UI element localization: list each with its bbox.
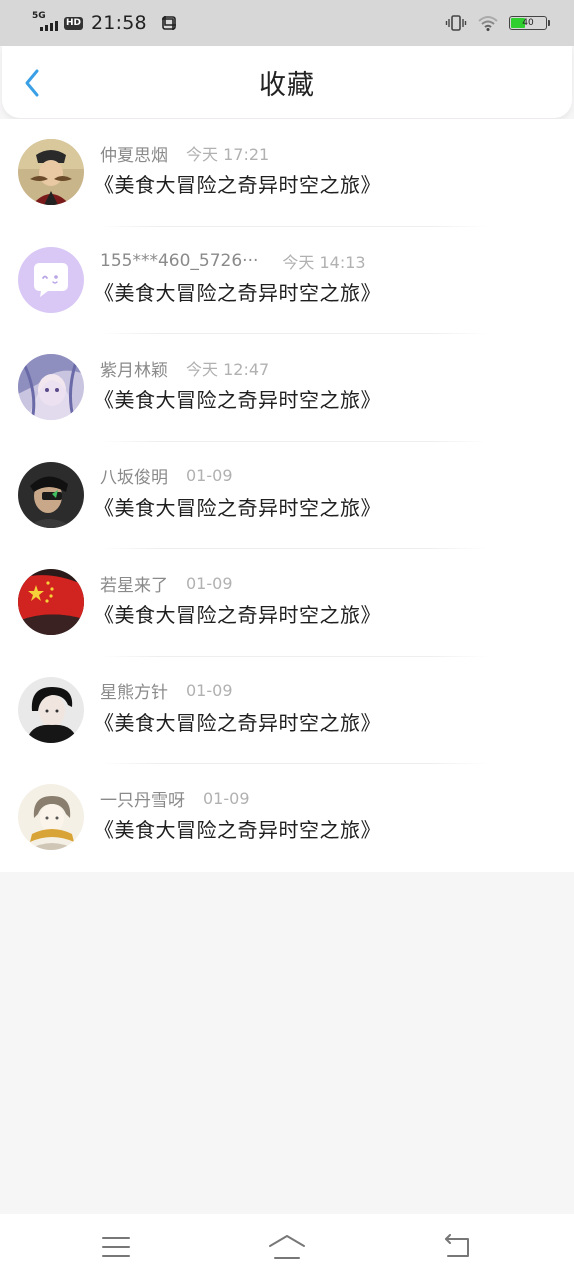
item-meta: 星熊方针 01-09 bbox=[100, 677, 381, 705]
back-button[interactable] bbox=[18, 68, 48, 98]
timestamp: 01-09 bbox=[186, 681, 233, 700]
username: 星熊方针 bbox=[100, 683, 168, 703]
item-title: 《美食大冒险之奇异时空之旅》 bbox=[94, 388, 381, 412]
item-meta: 八坂俊明 01-09 bbox=[100, 462, 381, 490]
avatar bbox=[18, 784, 84, 850]
avatar bbox=[18, 461, 84, 528]
battery-indicator: 40 bbox=[509, 16, 550, 30]
avatar-image bbox=[18, 354, 84, 420]
menu-button[interactable] bbox=[86, 1227, 146, 1267]
item-body: 紫月林颖 今天 12:47 《美食大冒险之奇异时空之旅》 bbox=[94, 354, 381, 413]
avatar bbox=[18, 139, 84, 205]
avatar-image bbox=[18, 676, 84, 743]
item-title: 《美食大冒险之奇异时空之旅》 bbox=[94, 710, 381, 735]
item-meta: 155***460_5726··· 今天 14:13 bbox=[100, 247, 381, 275]
username: 一只丹雪呀 bbox=[100, 790, 185, 811]
hd-badge: HD bbox=[64, 16, 84, 30]
avatar-image bbox=[18, 784, 84, 850]
username: 八坂俊明 bbox=[100, 468, 168, 488]
wifi-icon bbox=[478, 16, 498, 31]
battery-icon: 40 bbox=[509, 16, 547, 30]
status-bar: 5G HD 21:58 40 bbox=[0, 0, 574, 46]
list-item[interactable]: 仲夏思烟 今天 17:21 《美食大冒险之奇异时空之旅》 bbox=[0, 119, 574, 227]
header: 收藏 bbox=[2, 46, 572, 118]
battery-level: 40 bbox=[522, 17, 534, 28]
menu-icon bbox=[101, 1237, 130, 1257]
home-button[interactable] bbox=[257, 1227, 317, 1267]
username: 仲夏思烟 bbox=[100, 145, 168, 166]
timestamp: 01-09 bbox=[203, 788, 250, 808]
status-time: 21:58 bbox=[91, 12, 147, 34]
list-item[interactable]: 星熊方针 01-09 《美食大冒险之奇异时空之旅》 bbox=[0, 657, 574, 764]
item-body: 一只丹雪呀 01-09 《美食大冒险之奇异时空之旅》 bbox=[94, 784, 381, 843]
timestamp: 今天 17:21 bbox=[186, 145, 270, 164]
avatar bbox=[18, 246, 84, 313]
username: 紫月林颖 bbox=[100, 360, 168, 381]
vibrate-icon bbox=[445, 15, 467, 31]
username: 若星来了 bbox=[100, 575, 168, 596]
list-item[interactable]: 若星来了 01-09 《美食大冒险之奇异时空之旅》 bbox=[0, 549, 574, 657]
list-item[interactable]: 一只丹雪呀 01-09 《美食大冒险之奇异时空之旅》 bbox=[0, 764, 574, 872]
system-nav-bar bbox=[0, 1214, 574, 1280]
back-nav-button[interactable] bbox=[428, 1227, 488, 1267]
avatar bbox=[18, 676, 84, 743]
timestamp: 01-09 bbox=[186, 466, 233, 485]
timestamp: 01-09 bbox=[186, 573, 233, 593]
item-body: 仲夏思烟 今天 17:21 《美食大冒险之奇异时空之旅》 bbox=[94, 139, 381, 198]
avatar bbox=[18, 354, 84, 420]
item-meta: 一只丹雪呀 01-09 bbox=[100, 784, 381, 812]
signal-icon: 5G bbox=[32, 11, 60, 33]
item-title: 《美食大冒险之奇异时空之旅》 bbox=[94, 173, 381, 197]
status-left: 5G HD 21:58 bbox=[32, 11, 177, 34]
avatar-image bbox=[18, 461, 84, 528]
item-meta: 若星来了 01-09 bbox=[100, 569, 381, 597]
chevron-left-icon bbox=[25, 69, 39, 97]
item-body: 八坂俊明 01-09 《美食大冒险之奇异时空之旅》 bbox=[94, 462, 381, 521]
back-icon bbox=[445, 1234, 470, 1257]
item-title: 《美食大冒险之奇异时空之旅》 bbox=[94, 495, 381, 520]
default-avatar-icon bbox=[18, 246, 84, 313]
item-meta: 紫月林颖 今天 12:47 bbox=[100, 354, 381, 382]
network-type: 5G bbox=[32, 11, 46, 21]
screenshot-icon bbox=[161, 16, 176, 30]
item-title: 《美食大冒险之奇异时空之旅》 bbox=[94, 603, 381, 627]
item-meta: 仲夏思烟 今天 17:21 bbox=[100, 139, 381, 167]
timestamp: 今天 14:13 bbox=[282, 252, 366, 272]
page-title: 收藏 bbox=[259, 69, 315, 101]
item-title: 《美食大冒险之奇异时空之旅》 bbox=[94, 280, 381, 305]
list-item[interactable]: 155***460_5726··· 今天 14:13 《美食大冒险之奇异时空之旅… bbox=[0, 227, 574, 334]
username: 155***460_5726··· bbox=[100, 250, 259, 271]
avatar bbox=[18, 569, 84, 635]
avatar-image bbox=[18, 139, 84, 205]
list-item[interactable]: 紫月林颖 今天 12:47 《美食大冒险之奇异时空之旅》 bbox=[0, 334, 574, 442]
status-right: 40 bbox=[445, 14, 550, 32]
item-title: 《美食大冒险之奇异时空之旅》 bbox=[94, 818, 381, 842]
item-body: 155***460_5726··· 今天 14:13 《美食大冒险之奇异时空之旅… bbox=[94, 247, 381, 306]
home-icon bbox=[268, 1235, 305, 1259]
timestamp: 今天 12:47 bbox=[186, 360, 270, 379]
favorites-list: 仲夏思烟 今天 17:21 《美食大冒险之奇异时空之旅》 155***460_5… bbox=[0, 119, 574, 872]
item-body: 若星来了 01-09 《美食大冒险之奇异时空之旅》 bbox=[94, 569, 381, 628]
list-item[interactable]: 八坂俊明 01-09 《美食大冒险之奇异时空之旅》 bbox=[0, 442, 574, 549]
flag-avatar-image bbox=[18, 569, 84, 635]
item-body: 星熊方针 01-09 《美食大冒险之奇异时空之旅》 bbox=[94, 677, 381, 736]
